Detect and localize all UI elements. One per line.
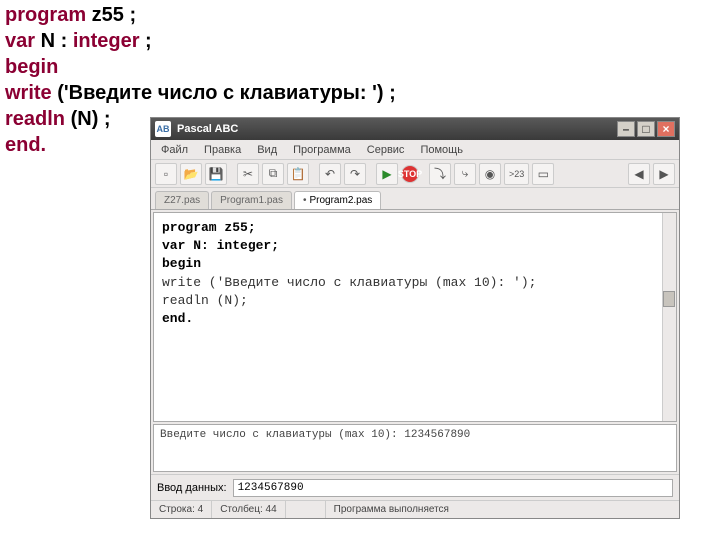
statusbar: Строка: 4 Столбец: 44 Программа выполняе… [151,500,679,518]
menu-service[interactable]: Сервис [361,142,411,158]
step-over-icon[interactable]: ⤵ [429,163,451,185]
menu-edit[interactable]: Правка [198,142,247,158]
menubar: Файл Правка Вид Программа Сервис Помощь [151,140,679,160]
undo-icon[interactable]: ↶ [319,163,341,185]
scrollbar-thumb[interactable] [663,291,675,307]
tab-z27[interactable]: Z27.pas [155,191,209,209]
titlebar[interactable]: AB Pascal ABC – □ × [151,118,679,140]
new-file-icon[interactable]: ▫ [155,163,177,185]
console-line: Введите число с клавиатуры (max 10): 123… [160,429,470,441]
status-col: Столбец: 44 [212,501,285,518]
editor-scrollbar[interactable] [662,213,676,421]
nav-fwd-icon[interactable]: ▶ [653,163,675,185]
tool-window-icon[interactable]: ▭ [532,163,554,185]
maximize-button[interactable]: □ [637,121,655,137]
status-line: Строка: 4 [151,501,212,518]
editor-line: program z55; [162,220,256,235]
stop-icon[interactable]: STOP [401,165,419,183]
tab-program2[interactable]: Program2.pas [294,191,381,209]
status-state: Программа выполняется [326,501,679,518]
editor-line: var N: integer; [162,238,279,253]
copy-icon[interactable]: ⧉ [262,163,284,185]
menu-help[interactable]: Помощь [414,142,469,158]
tabbar: Z27.pas Program1.pas Program2.pas [151,188,679,210]
input-row: Ввод данных: [151,474,679,500]
menu-file[interactable]: Файл [155,142,194,158]
menu-program[interactable]: Программа [287,142,357,158]
tool-x23[interactable]: >23 [504,163,529,185]
editor-line: end. [162,311,193,326]
output-console[interactable]: Введите число с клавиатуры (max 10): 123… [153,424,677,472]
save-icon[interactable]: 💾 [205,163,227,185]
minimize-button[interactable]: – [617,121,635,137]
menu-view[interactable]: Вид [251,142,283,158]
run-icon[interactable]: ▶ [376,163,398,185]
close-button[interactable]: × [657,121,675,137]
editor-line: write ('Введите число с клавиатуры (max … [162,275,536,290]
editor-line: begin [162,256,201,271]
breakpoint-icon[interactable]: ◉ [479,163,501,185]
window-title: Pascal ABC [177,123,238,135]
step-into-icon[interactable]: ⤷ [454,163,476,185]
input-label: Ввод данных: [157,482,227,494]
ide-window: AB Pascal ABC – □ × Файл Правка Вид Прог… [150,117,680,519]
tab-program1[interactable]: Program1.pas [211,191,292,209]
nav-back-icon[interactable]: ◀ [628,163,650,185]
editor-line: readln (N); [162,293,248,308]
paste-icon[interactable]: 📋 [287,163,309,185]
app-icon: AB [155,121,171,137]
code-editor[interactable]: program z55; var N: integer; begin write… [153,212,677,422]
redo-icon[interactable]: ↷ [344,163,366,185]
toolbar: ▫ 📂 💾 ✂ ⧉ 📋 ↶ ↷ ▶ STOP ⤵ ⤷ ◉ >23 ▭ ◀ ▶ [151,160,679,188]
input-field[interactable] [233,479,673,497]
cut-icon[interactable]: ✂ [237,163,259,185]
open-file-icon[interactable]: 📂 [180,163,202,185]
